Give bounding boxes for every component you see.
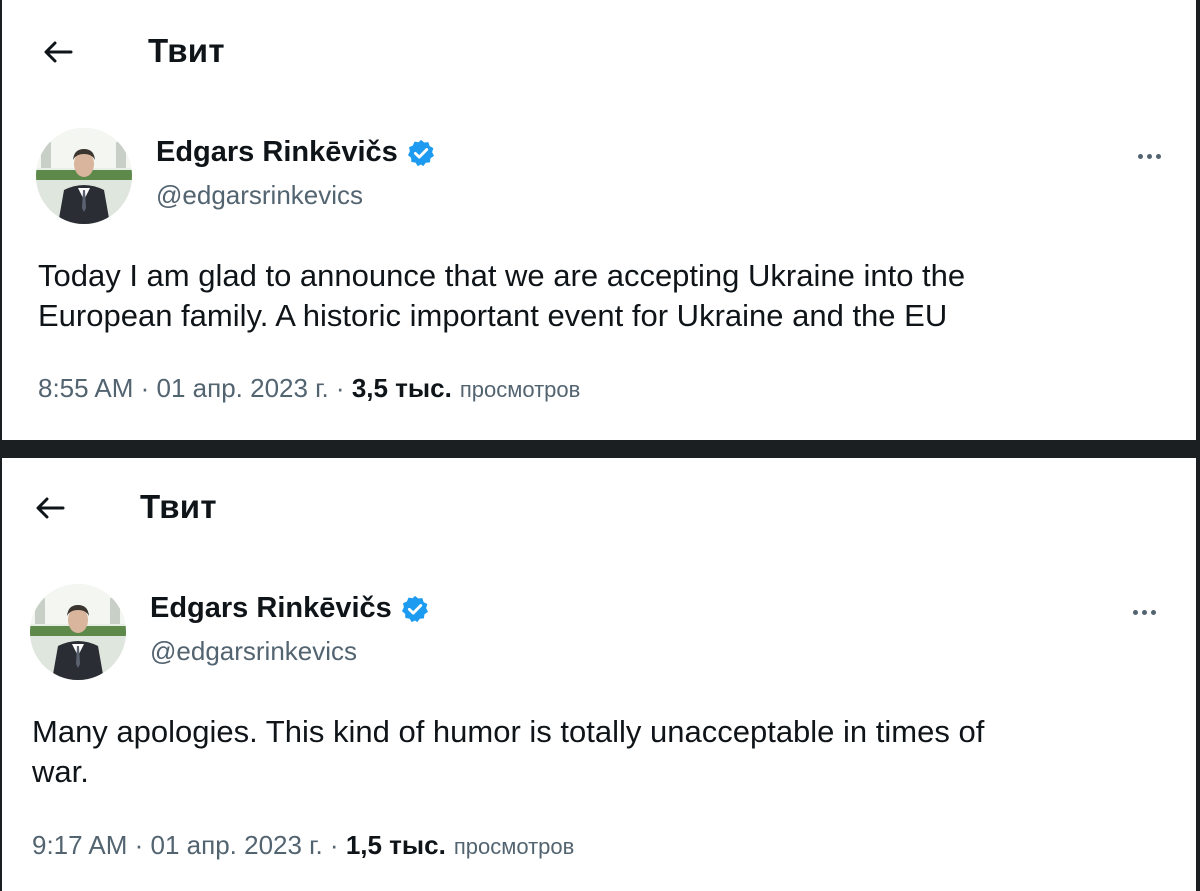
tweet-meta: 8:55 AM · 01 апр. 2023 г. · 3,5 тыс. про… <box>38 373 580 404</box>
back-button[interactable] <box>38 32 78 72</box>
page-title: Твит <box>140 488 217 525</box>
author-name[interactable]: Edgars Rinkēvičs <box>156 136 398 169</box>
tweet-panel-2: Твит Edgars Rinkēvičs @edgarsrinkevics M… <box>0 458 1198 891</box>
views-count[interactable]: 3,5 тыс. <box>352 373 452 404</box>
avatar-photo <box>36 128 132 224</box>
tweet-time[interactable]: 9:17 AM <box>32 830 127 861</box>
verified-badge-icon <box>407 139 434 166</box>
meta-separator: · <box>328 373 352 403</box>
meta-separator: · <box>322 830 346 860</box>
tweet-header: Твит <box>2 0 1196 69</box>
back-button[interactable] <box>30 488 70 528</box>
tweet-date[interactable]: 01 апр. 2023 г. <box>157 373 329 404</box>
tweet-header: Твит <box>2 458 1196 525</box>
avatar[interactable] <box>36 128 132 224</box>
verified-badge-icon <box>401 595 428 622</box>
more-options-icon <box>1132 609 1138 615</box>
tweet-text: Today I am glad to announce that we are … <box>38 258 966 333</box>
back-arrow-icon <box>44 41 73 63</box>
back-arrow-icon <box>36 497 65 519</box>
more-options-button[interactable] <box>1129 144 1169 168</box>
tweet-date[interactable]: 01 апр. 2023 г. <box>151 830 323 861</box>
views-count[interactable]: 1,5 тыс. <box>346 830 446 861</box>
meta-separator: · <box>133 373 157 403</box>
views-label: просмотров <box>453 834 575 859</box>
more-dot <box>1146 153 1152 159</box>
tweet-meta: 9:17 AM · 01 апр. 2023 г. · 1,5 тыс. про… <box>32 830 574 861</box>
page-title: Твит <box>148 32 225 69</box>
author-handle[interactable]: @edgarsrinkevics <box>150 636 357 667</box>
author-name-row: Edgars Rinkēvičs <box>150 592 430 625</box>
meta-separator: · <box>127 830 151 860</box>
tweet-panel-1: Твит Edgars Rinkēvičs @edgarsrinkevics T… <box>0 0 1198 440</box>
author-name-row: Edgars Rinkēvičs <box>156 136 436 169</box>
more-dot <box>1141 609 1147 615</box>
views-label: просмотров <box>459 377 581 402</box>
author-handle[interactable]: @edgarsrinkevics <box>156 180 363 211</box>
tweet-text: Many apologies. This kind of humor is to… <box>32 714 985 789</box>
avatar[interactable] <box>30 584 126 680</box>
avatar-photo <box>30 584 126 680</box>
more-dot <box>1155 153 1161 159</box>
tweet-time[interactable]: 8:55 AM <box>38 373 133 404</box>
more-options-icon <box>1137 153 1143 159</box>
more-dot <box>1150 609 1156 615</box>
author-name[interactable]: Edgars Rinkēvičs <box>150 592 392 625</box>
more-options-button[interactable] <box>1124 600 1164 624</box>
